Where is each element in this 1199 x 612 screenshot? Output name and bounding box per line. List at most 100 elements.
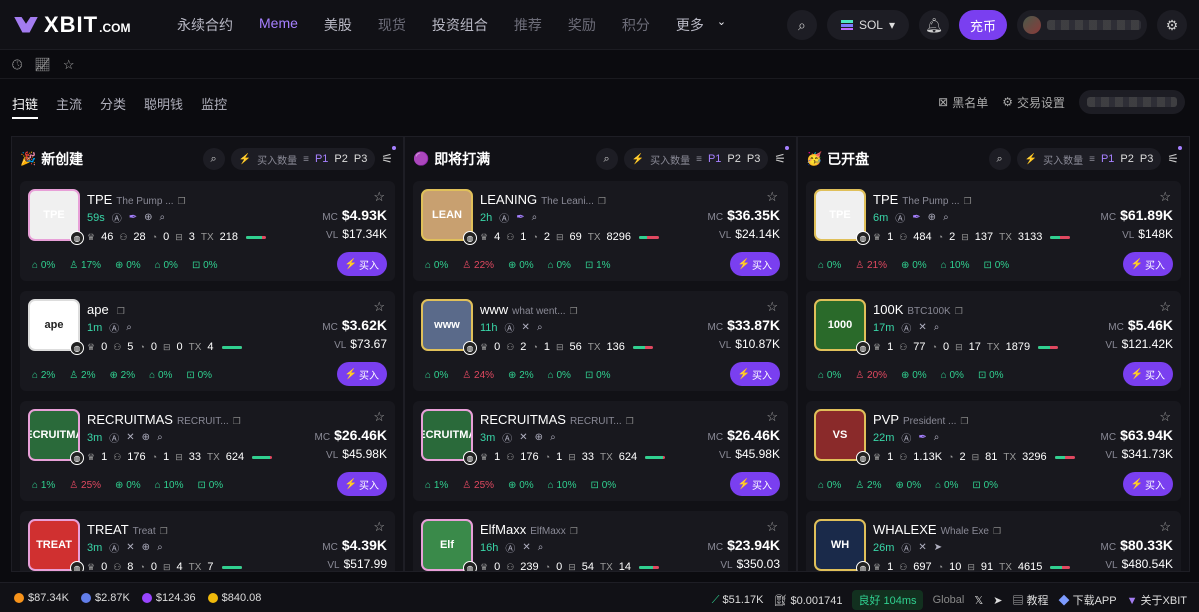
- deposit-button[interactable]: 充币: [958, 10, 1007, 40]
- telegram-icon[interactable]: ➤: [934, 542, 942, 553]
- star-icon[interactable]: ☆: [766, 299, 778, 315]
- star-icon[interactable]: ☆: [1159, 519, 1171, 535]
- filter-button[interactable]: ⚟: [774, 146, 789, 167]
- feather-icon[interactable]: ✒: [918, 432, 926, 443]
- preset-p1[interactable]: P1: [708, 153, 721, 165]
- preset-p3[interactable]: P3: [747, 153, 760, 165]
- x-icon[interactable]: ✕: [522, 542, 530, 553]
- telegram-icon[interactable]: ➤: [993, 594, 1002, 607]
- globe-icon[interactable]: ⊕: [928, 212, 936, 223]
- buy-quantity-input[interactable]: ⚡ 买入数量 ≡ P1 P2 P3: [623, 148, 769, 170]
- search-button[interactable]: ⌕: [786, 10, 817, 40]
- star-icon[interactable]: ☆: [373, 519, 385, 535]
- search-icon[interactable]: ⌕: [537, 322, 543, 333]
- ai-icon[interactable]: Ⓐ: [109, 430, 119, 445]
- search-icon[interactable]: ⌕: [157, 432, 163, 443]
- buy-button[interactable]: ⚡ 买入: [336, 362, 387, 386]
- search-icon[interactable]: ⌕: [943, 212, 949, 223]
- preset-p2[interactable]: P2: [334, 153, 347, 165]
- column-search-button[interactable]: ⌕: [595, 148, 618, 170]
- ai-icon[interactable]: Ⓐ: [901, 320, 911, 335]
- x-icon[interactable]: ✕: [918, 542, 926, 553]
- buy-button[interactable]: ⚡ 买入: [336, 472, 387, 496]
- buy-button[interactable]: ⚡ 买入: [336, 252, 387, 276]
- star-icon[interactable]: ☆: [766, 409, 778, 425]
- buy-button[interactable]: ⚡ 买入: [729, 252, 780, 276]
- nav-item-5[interactable]: 推荐: [501, 15, 555, 35]
- nav-item-4[interactable]: 投资组合: [419, 15, 501, 35]
- filter-button[interactable]: ⚟: [381, 146, 396, 167]
- ai-icon[interactable]: Ⓐ: [895, 210, 905, 225]
- globe-icon[interactable]: ⊕: [142, 542, 150, 553]
- token-card[interactable]: TREAT ◍ TREAT Treat ❐ 3m Ⓐ ✕ ⊕ ⌕ ♛ 0 ⚇ 8 ◔ 0 ⊟ 4 TX 7 ☆ MC $4.…: [20, 511, 395, 571]
- globe-icon[interactable]: ⊕: [142, 432, 150, 443]
- logo[interactable]: XBIT .COM: [14, 12, 164, 38]
- copy-icon[interactable]: ❐: [598, 196, 606, 207]
- x-icon[interactable]: 𝕏: [974, 594, 983, 607]
- preset-p2[interactable]: P2: [727, 153, 740, 165]
- search-icon[interactable]: ⌕: [550, 432, 556, 443]
- tab-0[interactable]: 扫链: [12, 94, 39, 119]
- star-icon[interactable]: ☆: [766, 189, 778, 205]
- nav-item-1[interactable]: Meme: [246, 15, 311, 35]
- nav-item-0[interactable]: 永续合约: [164, 15, 246, 35]
- ai-icon[interactable]: Ⓐ: [109, 320, 119, 335]
- tab-3[interactable]: 聪明钱: [144, 94, 183, 119]
- buy-button[interactable]: ⚡ 买入: [1122, 252, 1173, 276]
- column-search-button[interactable]: ⌕: [988, 148, 1011, 170]
- settings-button[interactable]: ⚙: [1157, 10, 1187, 40]
- feather-icon[interactable]: ✒: [912, 212, 920, 223]
- search-icon[interactable]: ⌕: [538, 542, 544, 553]
- star-icon[interactable]: ☆: [1159, 189, 1171, 205]
- search-icon[interactable]: ⌕: [126, 322, 132, 333]
- nav-item-2[interactable]: 美股: [311, 15, 365, 35]
- tab-1[interactable]: 主流: [56, 94, 82, 119]
- chain-selector[interactable]: SOL ▾: [826, 10, 909, 40]
- tutorial-link[interactable]: ▤ 教程: [1012, 592, 1048, 608]
- token-card[interactable]: ape ◍ ape ❐ 1m Ⓐ ⌕ ♛ 0 ⚇ 5 ◔ 0 ⊟ 0 TX 4 ☆ MC $3.62K VL $73.67…: [20, 291, 395, 391]
- buy-quantity-input[interactable]: ⚡ 买入数量 ≡ P1 P2 P3: [230, 148, 376, 170]
- chart-icon[interactable]: 📈︎: [34, 57, 51, 73]
- x-icon[interactable]: ✕: [126, 432, 134, 443]
- feather-icon[interactable]: ✒: [129, 212, 137, 223]
- filter-button[interactable]: ⚟: [1167, 146, 1182, 167]
- nav-item-6[interactable]: 奖励: [555, 15, 609, 35]
- search-icon[interactable]: ⌕: [157, 542, 163, 553]
- clock-icon[interactable]: 🕓︎: [12, 57, 22, 73]
- user-account[interactable]: [1017, 10, 1147, 40]
- column-search-button[interactable]: ⌕: [202, 148, 225, 170]
- feather-icon[interactable]: ✒: [516, 212, 524, 223]
- preset-p1[interactable]: P1: [315, 153, 328, 165]
- token-card[interactable]: LEAN ◍ LEANING The Leani... ❐ 2h Ⓐ ✒ ⌕ ♛ 4 ⚇ 1 ◔ 2 ⊟ 69 T…: [413, 181, 788, 281]
- token-card[interactable]: TPE ◍ TPE The Pump ... ❐ 59s Ⓐ ✒ ⊕ ⌕ ♛ 46 ⚇ 28 ◔ 0 ⊟ 3 TX 2…: [20, 181, 395, 281]
- buy-button[interactable]: ⚡ 买入: [1122, 472, 1173, 496]
- star-icon[interactable]: ☆: [1159, 409, 1171, 425]
- region-label[interactable]: Global: [933, 594, 965, 606]
- copy-icon[interactable]: ❐: [964, 196, 972, 207]
- star-icon[interactable]: ☆: [63, 57, 75, 73]
- x-icon[interactable]: ✕: [918, 322, 926, 333]
- star-icon[interactable]: ☆: [1159, 299, 1171, 315]
- ai-icon[interactable]: Ⓐ: [901, 540, 911, 555]
- star-icon[interactable]: ☆: [373, 299, 385, 315]
- token-card[interactable]: www ◍ www what went... ❐ 11h Ⓐ ✕ ⌕ ♛ 0 ⚇ 2 ◔ 1 ⊟ 56 TX 136…: [413, 291, 788, 391]
- ai-icon[interactable]: Ⓐ: [499, 210, 509, 225]
- token-card[interactable]: Elf ◍ ElfMaxx ElfMaxx ❐ 16h Ⓐ ✕ ⌕ ♛ 0 ⚇ 239 ◔ 0 ⊟ 54 TX 14…: [413, 511, 788, 571]
- globe-icon[interactable]: ⊕: [144, 212, 152, 223]
- star-icon[interactable]: ☆: [373, 189, 385, 205]
- trade-settings-button[interactable]: ⚙ 交易设置: [1002, 94, 1065, 111]
- x-icon[interactable]: ✕: [126, 542, 134, 553]
- copy-icon[interactable]: ❐: [570, 526, 578, 537]
- nav-item-7[interactable]: 积分: [609, 15, 663, 35]
- token-card[interactable]: WH ◍ WHALEXE Whale Exe ❐ 26m Ⓐ ✕ ➤ ♛ 1 ⚇ 697 ◔ 10 ⊟ 91 TX…: [806, 511, 1181, 571]
- ai-icon[interactable]: Ⓐ: [502, 430, 512, 445]
- copy-icon[interactable]: ❐: [178, 196, 186, 207]
- ai-icon[interactable]: Ⓐ: [901, 430, 911, 445]
- token-card[interactable]: TPE ◍ TPE The Pump ... ❐ 6m Ⓐ ✒ ⊕ ⌕ ♛ 1 ⚇ 484 ◔ 2 ⊟ 137 TX…: [806, 181, 1181, 281]
- preset-p2[interactable]: P2: [1120, 153, 1133, 165]
- copy-icon[interactable]: ❐: [993, 526, 1001, 537]
- blacklist-button[interactable]: ⊠ 黑名单: [938, 94, 988, 111]
- copy-icon[interactable]: ❐: [160, 526, 168, 537]
- buy-button[interactable]: ⚡ 买入: [729, 362, 780, 386]
- copy-icon[interactable]: ❐: [955, 306, 963, 317]
